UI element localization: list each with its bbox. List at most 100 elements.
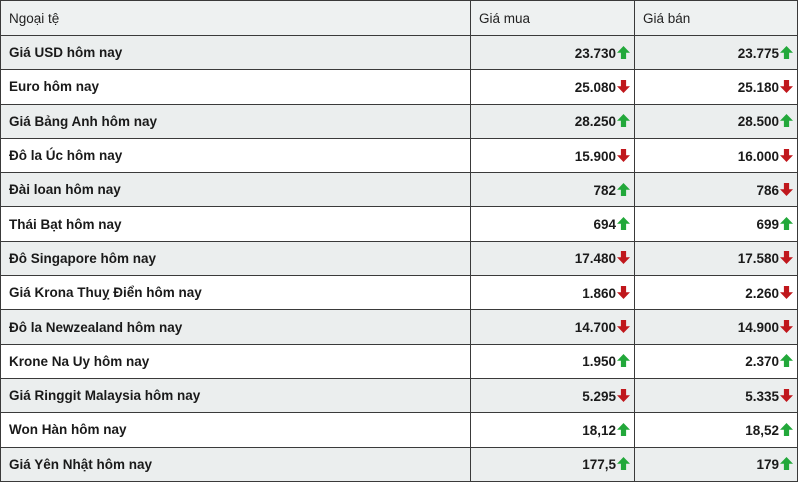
table-row: Giá Ringgit Malaysia hôm nay 5.295 5.335	[0, 377, 798, 414]
arrow-down-icon	[780, 182, 793, 196]
sell-price-cell: 18,52	[634, 412, 798, 448]
buy-price-value: 15.900	[574, 148, 616, 164]
arrow-down-icon	[617, 388, 630, 402]
buy-price-cell: 23.730	[470, 34, 635, 71]
currency-name: Euro hôm nay	[0, 69, 471, 105]
buy-price-cell: 177,5	[470, 446, 635, 482]
table-row: Krone Na Uy hôm nay 1.950 2.370	[0, 343, 798, 379]
buy-price-value: 25.080	[574, 79, 616, 95]
arrow-up-icon	[617, 114, 630, 128]
sell-price-cell: 2.370	[634, 343, 798, 379]
currency-name: Giá Yên Nhật hôm nay	[0, 446, 471, 482]
sell-price-cell: 699	[634, 206, 798, 242]
buy-price-cell: 782	[470, 172, 635, 208]
arrow-down-icon	[780, 148, 793, 162]
arrow-down-icon	[617, 320, 630, 334]
sell-price-cell: 2.260	[634, 275, 798, 311]
currency-name: Đài loan hôm nay	[0, 172, 471, 208]
buy-price-value: 782	[593, 182, 616, 198]
buy-price-value: 17.480	[574, 251, 616, 267]
table-row: Giá USD hôm nay 23.730 23.775	[0, 34, 798, 71]
table-row: Giá Krona Thuỵ Điển hôm nay 1.860 2.260	[0, 275, 798, 311]
arrow-up-icon	[617, 45, 630, 59]
sell-price-cell: 28.500	[634, 103, 798, 139]
buy-price-cell: 15.900	[470, 137, 635, 174]
sell-price-cell: 17.580	[634, 240, 798, 277]
sell-price-value: 16.000	[737, 148, 779, 164]
buy-price-value: 694	[593, 217, 616, 233]
arrow-down-icon	[780, 251, 793, 265]
table-row: Thái Bạt hôm nay 694 699	[0, 206, 798, 242]
buy-price-value: 1.860	[582, 285, 616, 301]
table-row: Giá Bảng Anh hôm nay 28.250 28.500	[0, 103, 798, 139]
arrow-up-icon	[617, 354, 630, 368]
header-currency: Ngoại tệ	[0, 0, 471, 36]
buy-price-value: 5.295	[582, 388, 616, 404]
arrow-up-icon	[617, 182, 630, 196]
sell-price-value: 25.180	[737, 79, 779, 95]
arrow-down-icon	[780, 320, 793, 334]
currency-name: Giá Ringgit Malaysia hôm nay	[0, 377, 471, 414]
table-row: Euro hôm nay 25.080 25.180	[0, 69, 798, 105]
currency-name: Won Hàn hôm nay	[0, 412, 471, 448]
arrow-up-icon	[617, 422, 630, 436]
header-buy-price: Giá mua	[470, 0, 635, 36]
arrow-up-icon	[780, 114, 793, 128]
sell-price-value: 2.370	[745, 354, 779, 370]
sell-price-cell: 786	[634, 172, 798, 208]
arrow-down-icon	[617, 79, 630, 93]
table-row: Đài loan hôm nay 782 786	[0, 172, 798, 208]
table-row: Đô la Newzealand hôm nay 14.700 14.900	[0, 309, 798, 345]
arrow-up-icon	[617, 457, 630, 471]
buy-price-value: 28.250	[574, 114, 616, 130]
currency-name: Đô Singapore hôm nay	[0, 240, 471, 277]
arrow-down-icon	[617, 148, 630, 162]
buy-price-cell: 694	[470, 206, 635, 242]
buy-price-cell: 28.250	[470, 103, 635, 139]
buy-price-value: 23.730	[574, 45, 616, 61]
sell-price-cell: 25.180	[634, 69, 798, 105]
arrow-up-icon	[780, 217, 793, 231]
arrow-up-icon	[780, 354, 793, 368]
sell-price-value: 28.500	[737, 114, 779, 130]
sell-price-value: 179	[756, 457, 779, 473]
table-row: Đô la Úc hôm nay 15.900 16.000	[0, 137, 798, 174]
sell-price-value: 18,52	[745, 422, 779, 438]
arrow-down-icon	[780, 79, 793, 93]
sell-price-value: 786	[756, 182, 779, 198]
sell-price-value: 5.335	[745, 388, 779, 404]
arrow-up-icon	[780, 457, 793, 471]
buy-price-cell: 1.950	[470, 343, 635, 379]
sell-price-value: 23.775	[737, 45, 779, 61]
sell-price-cell: 5.335	[634, 377, 798, 414]
buy-price-value: 18,12	[582, 422, 616, 438]
table-header-row: Ngoại tệ Giá mua Giá bán	[0, 0, 798, 36]
sell-price-cell: 16.000	[634, 137, 798, 174]
buy-price-value: 1.950	[582, 354, 616, 370]
sell-price-value: 14.900	[737, 319, 779, 335]
buy-price-cell: 14.700	[470, 309, 635, 345]
buy-price-value: 177,5	[582, 457, 616, 473]
arrow-down-icon	[617, 251, 630, 265]
currency-name: Giá Krona Thuỵ Điển hôm nay	[0, 275, 471, 311]
buy-price-cell: 25.080	[470, 69, 635, 105]
arrow-down-icon	[617, 285, 630, 299]
sell-price-value: 17.580	[737, 251, 779, 267]
buy-price-cell: 18,12	[470, 412, 635, 448]
buy-price-value: 14.700	[574, 319, 616, 335]
currency-name: Giá Bảng Anh hôm nay	[0, 103, 471, 139]
sell-price-value: 2.260	[745, 285, 779, 301]
buy-price-cell: 5.295	[470, 377, 635, 414]
arrow-up-icon	[780, 422, 793, 436]
arrow-down-icon	[780, 285, 793, 299]
currency-name: Đô la Newzealand hôm nay	[0, 309, 471, 345]
currency-name: Đô la Úc hôm nay	[0, 137, 471, 174]
buy-price-cell: 17.480	[470, 240, 635, 277]
currency-name: Giá USD hôm nay	[0, 34, 471, 71]
sell-price-value: 699	[756, 217, 779, 233]
arrow-down-icon	[780, 388, 793, 402]
table-body: Giá USD hôm nay 23.730 23.775 Euro hôm nay 2…	[0, 34, 798, 482]
sell-price-cell: 14.900	[634, 309, 798, 345]
header-sell-price: Giá bán	[634, 0, 798, 36]
buy-price-cell: 1.860	[470, 275, 635, 311]
